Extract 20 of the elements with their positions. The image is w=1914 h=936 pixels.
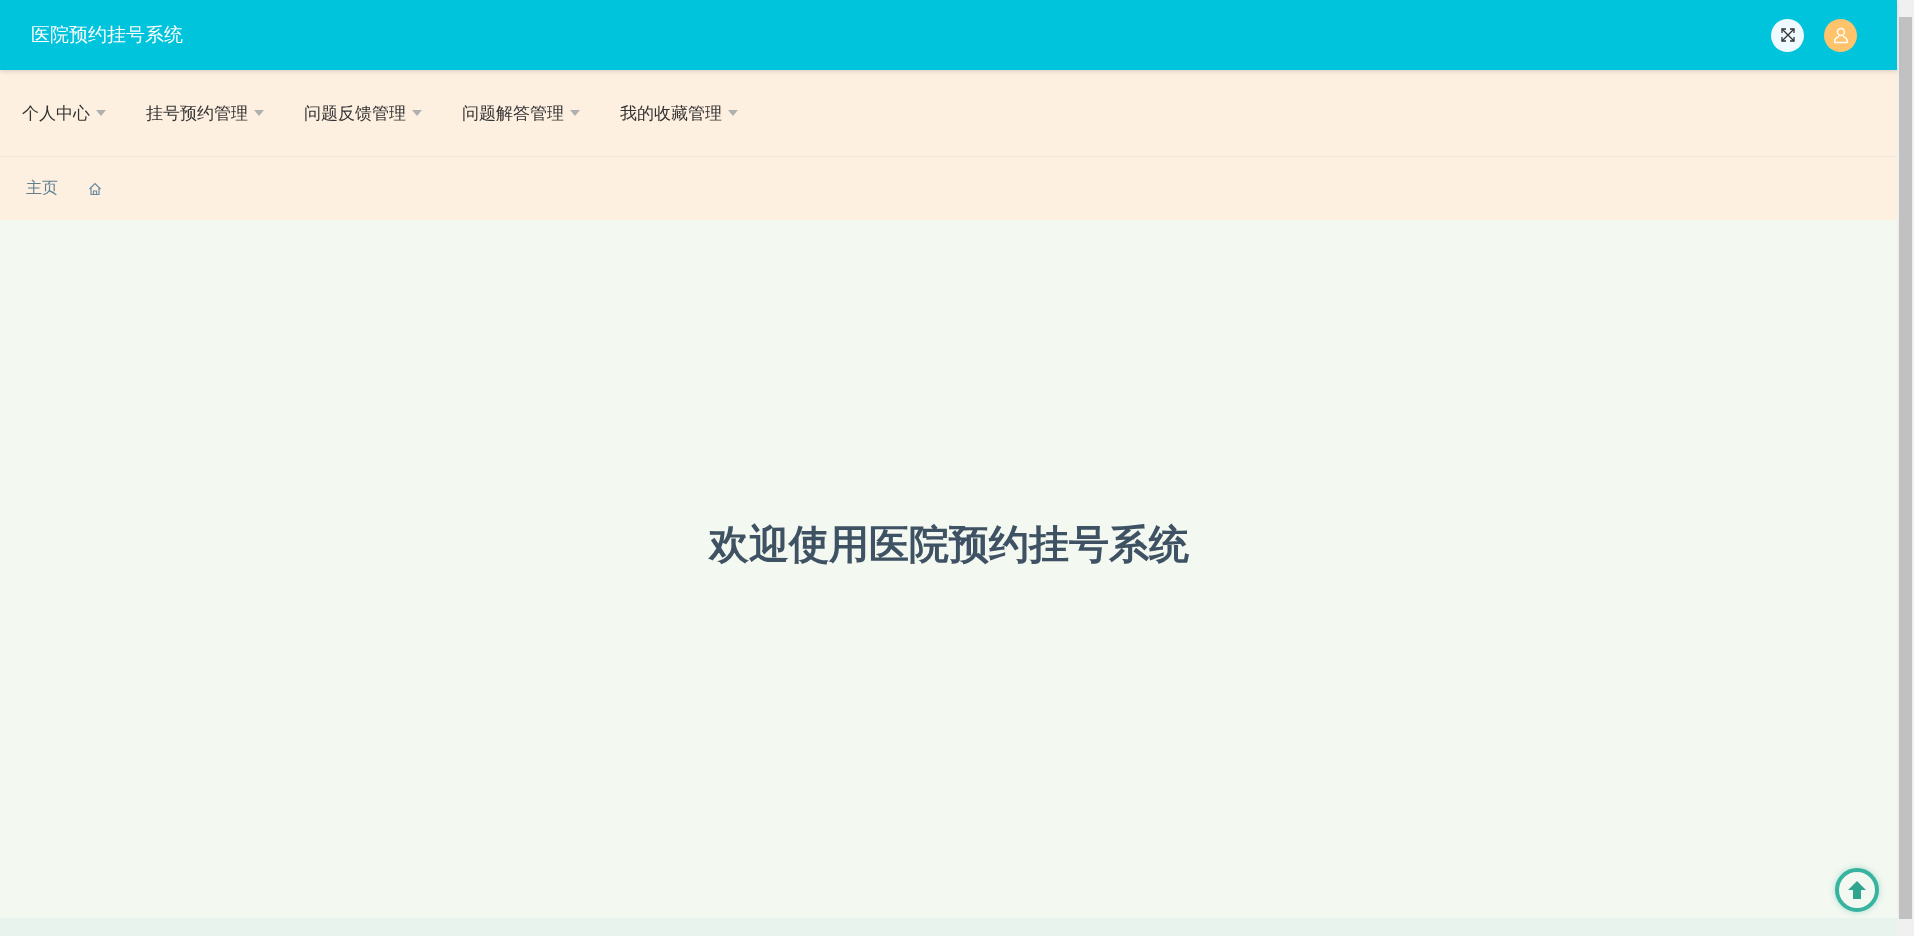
caret-icon — [96, 110, 106, 116]
caret-icon — [254, 110, 264, 116]
up-arrow-icon — [1846, 879, 1868, 901]
caret-icon — [570, 110, 580, 116]
home-icon[interactable] — [88, 181, 102, 196]
fullscreen-button[interactable] — [1771, 18, 1804, 52]
menu-item[interactable]: 问题反馈管理 — [304, 101, 422, 125]
menu-item[interactable]: 我的收藏管理 — [620, 101, 738, 125]
welcome-heading: 欢迎使用医院预约挂号系统 — [708, 519, 1189, 569]
breadcrumb-link[interactable]: 主页 — [26, 178, 58, 199]
back-to-top-button[interactable] — [1835, 868, 1879, 912]
expand-icon — [1779, 27, 1796, 43]
user-icon — [1831, 26, 1850, 44]
menu-item[interactable]: 挂号预约管理 — [146, 101, 264, 125]
user-avatar-button[interactable] — [1824, 18, 1857, 52]
caret-icon — [412, 110, 422, 116]
app-title: 医院预约挂号系统 — [31, 22, 183, 47]
menu-item[interactable]: 个人中心 — [22, 101, 106, 125]
menu-item[interactable]: 问题解答管理 — [462, 101, 580, 125]
caret-icon — [728, 110, 738, 116]
